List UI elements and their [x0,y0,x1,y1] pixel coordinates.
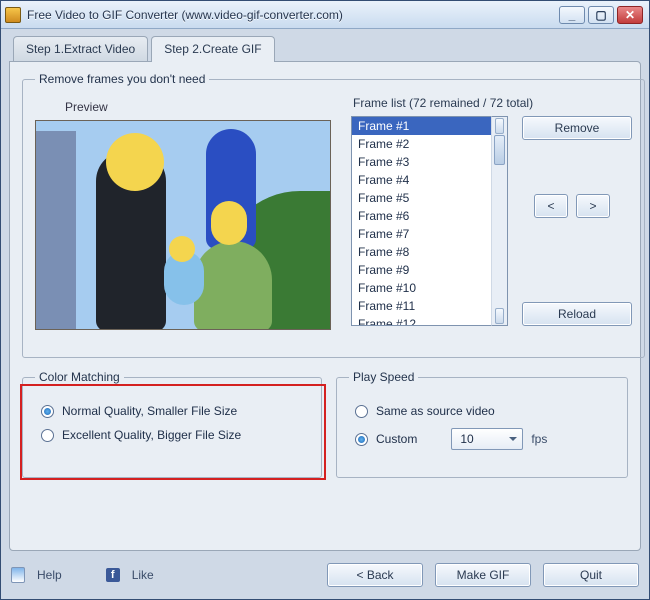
titlebar[interactable]: Free Video to GIF Converter (www.video-g… [1,1,649,29]
radio-label: Custom [376,432,417,446]
help-link[interactable]: Help [37,568,62,582]
frame-list-item[interactable]: Frame #9 [352,261,491,279]
preview-image [35,120,331,330]
frame-list-item[interactable]: Frame #6 [352,207,491,225]
color-matching-group: Color Matching Normal Quality, Smaller F… [22,370,322,478]
reload-button[interactable]: Reload [522,302,632,326]
play-speed-legend: Play Speed [349,370,418,384]
radio-normal-quality[interactable]: Normal Quality, Smaller File Size [41,404,309,418]
preview-label: Preview [65,100,331,114]
window-title: Free Video to GIF Converter (www.video-g… [27,8,556,22]
radio-excellent-quality[interactable]: Excellent Quality, Bigger File Size [41,428,309,442]
back-button[interactable]: < Back [327,563,423,587]
frames-legend: Remove frames you don't need [35,72,209,86]
fps-combobox[interactable]: 10 [451,428,523,450]
frame-list-item[interactable]: Frame #1 [352,117,491,135]
frame-list-item[interactable]: Frame #4 [352,171,491,189]
radio-label: Normal Quality, Smaller File Size [62,404,237,418]
prev-frame-button[interactable]: < [534,194,568,218]
help-icon [11,567,25,583]
quit-button[interactable]: Quit [543,563,639,587]
facebook-icon: f [106,568,120,582]
close-icon: ✕ [625,8,635,22]
minimize-icon: _ [569,8,576,22]
radio-label: Same as source video [376,404,495,418]
app-icon [5,7,21,23]
radio-icon [41,405,54,418]
close-button[interactable]: ✕ [617,6,643,24]
radio-label: Excellent Quality, Bigger File Size [62,428,241,442]
frame-list-item[interactable]: Frame #8 [352,243,491,261]
frame-listbox[interactable]: Frame #1Frame #2Frame #3Frame #4Frame #5… [351,116,491,326]
frame-list-item[interactable]: Frame #7 [352,225,491,243]
color-matching-legend: Color Matching [35,370,124,384]
frame-list-scrollbar[interactable] [491,116,508,326]
play-speed-group: Play Speed Same as source video Custom 1… [336,370,628,478]
radio-custom-speed[interactable]: Custom 10 fps [355,428,615,450]
radio-icon [355,405,368,418]
frame-list-item[interactable]: Frame #10 [352,279,491,297]
radio-icon [355,433,368,446]
app-window: Free Video to GIF Converter (www.video-g… [0,0,650,600]
frame-list-item[interactable]: Frame #2 [352,135,491,153]
like-link[interactable]: Like [132,568,154,582]
frame-list-item[interactable]: Frame #5 [352,189,491,207]
frame-list-label: Frame list (72 remained / 72 total) [353,96,632,110]
frames-group: Remove frames you don't need Preview [22,72,645,358]
tab-page-step2: Remove frames you don't need Preview [9,61,641,551]
maximize-icon: ▢ [595,8,606,22]
radio-same-as-source[interactable]: Same as source video [355,404,615,418]
fps-unit-label: fps [531,432,547,446]
tabstrip: Step 1.Extract Video Step 2.Create GIF [13,35,641,61]
frame-list-item[interactable]: Frame #11 [352,297,491,315]
minimize-button[interactable]: _ [559,6,585,24]
frame-list-item[interactable]: Frame #12 [352,315,491,326]
tab-step1[interactable]: Step 1.Extract Video [13,36,148,62]
client-area: Step 1.Extract Video Step 2.Create GIF R… [9,35,641,551]
maximize-button[interactable]: ▢ [588,6,614,24]
next-frame-button[interactable]: > [576,194,610,218]
tab-step2[interactable]: Step 2.Create GIF [151,36,274,62]
make-gif-button[interactable]: Make GIF [435,563,531,587]
remove-button[interactable]: Remove [522,116,632,140]
footer: Help f Like < Back Make GIF Quit [11,561,639,589]
frame-list-item[interactable]: Frame #3 [352,153,491,171]
radio-icon [41,429,54,442]
